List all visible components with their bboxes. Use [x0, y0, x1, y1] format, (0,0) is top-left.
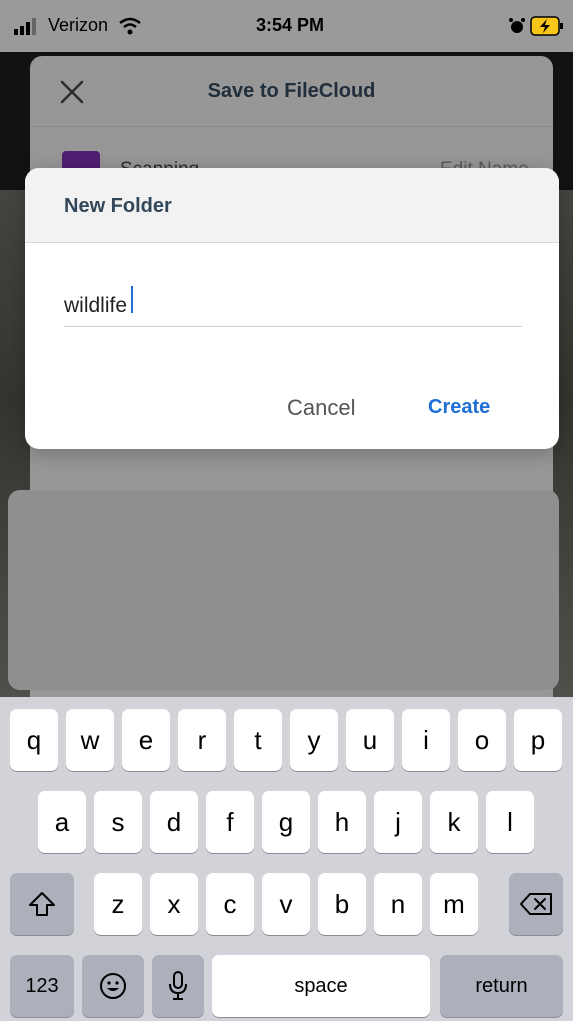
space-key[interactable]: space [212, 955, 430, 1017]
numbers-key[interactable]: 123 [10, 955, 74, 1017]
key-h[interactable]: h [318, 791, 366, 853]
new-folder-dialog: New Folder Cancel Create [25, 168, 559, 449]
dictation-key[interactable] [152, 955, 204, 1017]
key-t[interactable]: t [234, 709, 282, 771]
key-x[interactable]: x [150, 873, 198, 935]
create-button[interactable]: Create [428, 396, 490, 419]
key-a[interactable]: a [38, 791, 86, 853]
key-u[interactable]: u [346, 709, 394, 771]
key-m[interactable]: m [430, 873, 478, 935]
key-o[interactable]: o [458, 709, 506, 771]
key-i[interactable]: i [402, 709, 450, 771]
status-bar: Verizon 3:54 PM [0, 0, 573, 52]
key-k[interactable]: k [430, 791, 478, 853]
key-l[interactable]: l [486, 791, 534, 853]
delete-key[interactable] [509, 873, 563, 935]
backspace-icon [520, 893, 552, 915]
key-j[interactable]: j [374, 791, 422, 853]
cancel-button[interactable]: Cancel [287, 395, 355, 421]
key-p[interactable]: p [514, 709, 562, 771]
signal-icon [14, 18, 36, 35]
wifi-icon [119, 17, 141, 35]
key-q[interactable]: q [10, 709, 58, 771]
key-e[interactable]: e [122, 709, 170, 771]
clock-time: 3:54 PM [256, 15, 325, 35]
key-f[interactable]: f [206, 791, 254, 853]
carrier-label: Verizon [48, 15, 109, 35]
emoji-icon [100, 973, 126, 999]
dialog-title: New Folder [64, 195, 172, 217]
key-b[interactable]: b [318, 873, 366, 935]
key-s[interactable]: s [94, 791, 142, 853]
key-y[interactable]: y [290, 709, 338, 771]
key-g[interactable]: g [262, 791, 310, 853]
alarm-icon [509, 18, 525, 33]
key-d[interactable]: d [150, 791, 198, 853]
return-key[interactable]: return [440, 955, 563, 1017]
shift-key[interactable] [10, 873, 74, 935]
shift-icon [29, 892, 55, 916]
emoji-key[interactable] [82, 955, 144, 1017]
key-z[interactable]: z [94, 873, 142, 935]
key-r[interactable]: r [178, 709, 226, 771]
key-n[interactable]: n [374, 873, 422, 935]
text-cursor [131, 286, 133, 313]
key-v[interactable]: v [262, 873, 310, 935]
battery-icon [530, 16, 563, 36]
keyboard: q w e r t y u i o p a s d f g h j k l z … [0, 697, 573, 1021]
key-w[interactable]: w [66, 709, 114, 771]
key-c[interactable]: c [206, 873, 254, 935]
microphone-icon [169, 971, 187, 1000]
